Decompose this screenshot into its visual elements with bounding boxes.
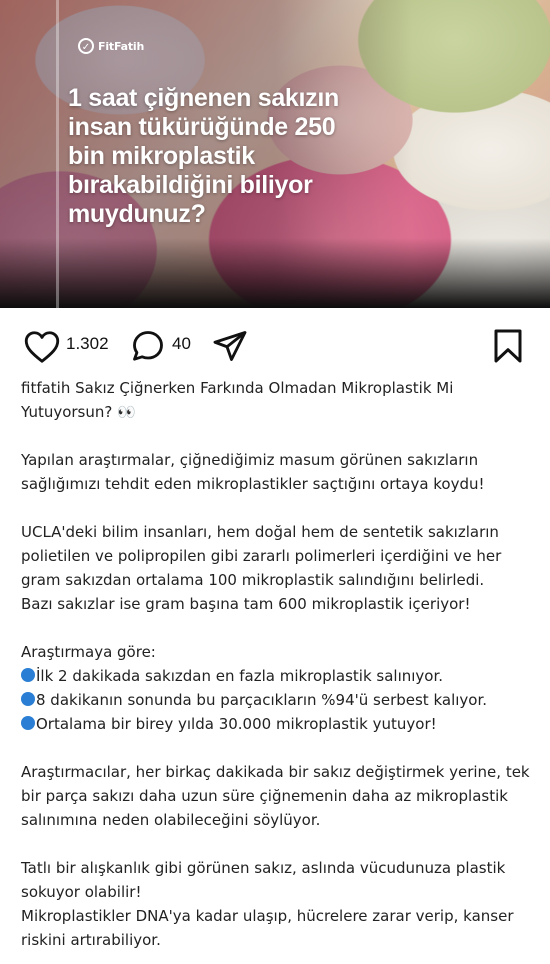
comment-icon[interactable]	[130, 328, 166, 364]
caption-paragraph: Mikroplastikler DNA'ya kadar ulaşıp, hüc…	[21, 907, 514, 949]
caption-paragraph: Bazı sakızlar ise gram başına tam 600 mi…	[21, 595, 471, 613]
list-heading: Araştırmaya göre:	[21, 643, 156, 661]
share-icon[interactable]	[212, 328, 248, 364]
caption-paragraph: Tatlı bir alışkanlık gibi görünen sakız,…	[21, 859, 506, 901]
list-item: 8 dakikanın sonunda bu parçacıkların %94…	[21, 688, 531, 712]
post-caption: fitfatih Sakız Çiğnerken Farkında Olmada…	[21, 376, 531, 952]
list-item: İlk 2 dakikada sakızdan en fazla mikropl…	[21, 664, 531, 688]
heart-icon[interactable]	[24, 330, 60, 364]
heart-check-icon: ✓	[78, 38, 94, 54]
comment-count[interactable]: 40	[172, 334, 191, 354]
caption-title-line: fitfatih Sakız Çiğnerken Farkında Olmada…	[21, 376, 531, 424]
like-count[interactable]: 1.302	[66, 334, 109, 354]
image-headline: 1 saat çiğnenen sakızın insan tükürüğünd…	[68, 84, 339, 228]
action-bar: 1.302 40	[0, 308, 550, 378]
brand-logo: ✓ FitFatih	[78, 38, 144, 54]
caption-title: Sakız Çiğnerken Farkında Olmadan Mikropl…	[21, 379, 454, 421]
caption-paragraph: Yapılan araştırmalar, çiğnediğimiz masum…	[21, 451, 485, 493]
bookmark-icon[interactable]	[493, 328, 523, 364]
blue-circle-icon	[21, 716, 35, 730]
logo-text: FitFatih	[98, 39, 145, 53]
username[interactable]: fitfatih	[21, 379, 70, 397]
blue-circle-icon	[21, 668, 35, 682]
caption-paragraph: UCLA'deki bilim insanları, hem doğal hem…	[21, 523, 502, 589]
caption-paragraph: Araştırmacılar, her birkaç dakikada bir …	[21, 763, 530, 829]
blue-circle-icon	[21, 692, 35, 706]
list-item: Ortalama bir birey yılda 30.000 mikropla…	[21, 712, 531, 736]
decorative-line	[56, 0, 59, 308]
post-image[interactable]: ✓ FitFatih 1 saat çiğnenen sakızın insan…	[0, 0, 550, 308]
